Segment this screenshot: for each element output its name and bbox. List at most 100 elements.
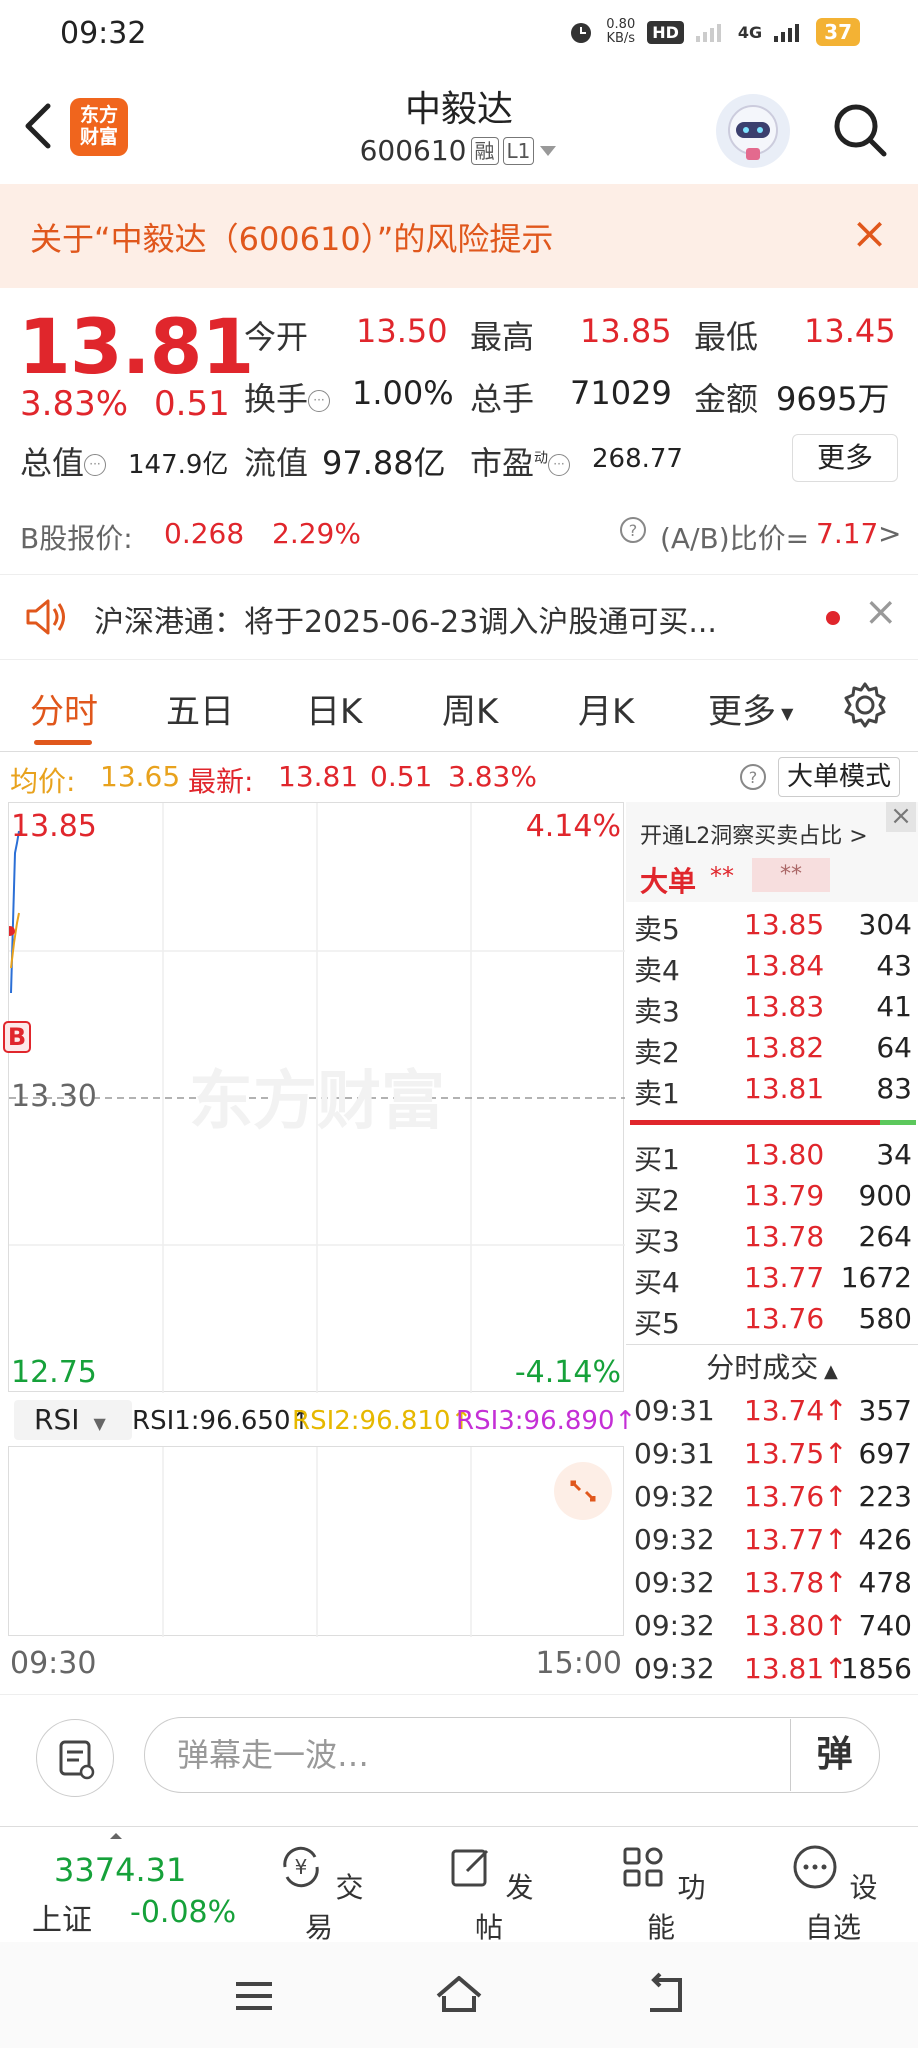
time-end: 15:00 <box>535 1646 622 1681</box>
chart-low-pct: -4.14% <box>514 1355 621 1390</box>
nav-add-watchlist[interactable]: 设自选 <box>778 1841 888 1946</box>
turnover-value: 1.00% <box>352 374 454 412</box>
sell-row[interactable]: 卖2 13.82 64 <box>626 1031 916 1071</box>
more-button[interactable]: 更多 <box>792 434 898 482</box>
danmu-settings-icon[interactable] <box>36 1719 114 1797</box>
menu-icon[interactable] <box>232 1976 276 2016</box>
close-icon[interactable]: × <box>886 802 916 832</box>
change-amount: 0.51 <box>154 384 230 424</box>
expand-icon[interactable] <box>554 1462 612 1520</box>
home-icon[interactable] <box>432 1972 486 2018</box>
pe-label[interactable]: 市盈动 ··· <box>470 438 571 484</box>
buy-row[interactable]: 买5 13.76 580 <box>626 1302 916 1342</box>
trade-row: 09:32 13.76↑ 223 <box>634 1480 912 1513</box>
question-icon[interactable]: ? <box>738 762 768 792</box>
float-mv-value: 97.88亿 <box>322 444 446 482</box>
change-pct: 3.83% <box>20 384 129 424</box>
question-icon[interactable]: ? <box>618 515 648 552</box>
robot-assistant-icon[interactable] <box>716 94 790 168</box>
big-order-mode-button[interactable]: 大单模式 <box>778 757 901 797</box>
b-share-row[interactable]: B股报价: 0.268 2.29% ? (A/B)比价= 7.17 > <box>0 495 918 555</box>
ab-ratio-value: 7.17 <box>816 517 879 550</box>
tab-monthly-k[interactable]: 月K <box>578 684 634 733</box>
tab-weekly-k[interactable]: 周K <box>442 684 498 733</box>
rsi2-value: RSI2:96.810↑ <box>292 1406 473 1436</box>
float-mv-label: 流值 <box>244 444 309 482</box>
status-icons: 0.80 KB/s HD 4G 37 <box>568 18 860 46</box>
info-dots-icon[interactable]: ··· <box>84 454 107 476</box>
l2-panel[interactable]: 开通L2洞察买卖占比 > × 大单 ** ** <box>626 802 918 902</box>
trade-row: 09:32 13.77↑ 426 <box>634 1523 912 1556</box>
nav-post[interactable]: 发帖 <box>434 1841 544 1946</box>
b-share-price: 0.268 <box>164 517 245 550</box>
edit-icon <box>451 1849 488 1887</box>
buy-row[interactable]: 买1 13.80 34 <box>626 1138 916 1178</box>
svg-text:?: ? <box>629 521 638 540</box>
indicator-selector[interactable]: RSI ▼ <box>14 1400 132 1440</box>
signal-weak-icon <box>695 24 721 42</box>
status-time: 09:32 <box>60 16 147 51</box>
status-bar: 09:32 0.80 KB/s HD 4G 37 <box>0 0 918 72</box>
notice-bar[interactable]: 沪深港通：将于2025-06-23调入沪股通可买... × <box>0 574 918 660</box>
info-dots-icon[interactable]: ··· <box>308 390 331 412</box>
b-share-pct: 2.29% <box>272 517 361 550</box>
latest-pct: 3.83% <box>448 760 537 793</box>
buy-marker[interactable]: B <box>3 1021 31 1053</box>
open-value: 13.50 <box>356 312 448 350</box>
system-nav-bar <box>0 1942 918 2048</box>
chart-high-pct: 4.14% <box>525 809 621 844</box>
big-order-buy: ** <box>710 862 734 890</box>
index-pct: -0.08% <box>130 1895 237 1930</box>
close-icon[interactable]: × <box>851 208 888 260</box>
trade-row: 09:32 13.81↑ 1856 <box>634 1652 912 1685</box>
latest-chg: 0.51 <box>370 760 433 793</box>
close-icon[interactable]: × <box>864 589 898 635</box>
back-icon[interactable] <box>640 1972 688 2018</box>
total-mv-value: 147.9亿 <box>128 450 229 480</box>
buy-row[interactable]: 买4 13.77 1672 <box>626 1261 916 1301</box>
dropdown-triangle-icon <box>540 145 557 156</box>
latest-value: 13.81 <box>278 760 359 793</box>
chart-base-price: 13.30 <box>11 1079 97 1114</box>
tick-trades-header[interactable]: 分时成交 ▲ <box>626 1344 918 1392</box>
rsi3-value: RSI3:96.890↑ <box>456 1406 637 1436</box>
risk-warning-banner[interactable]: 关于“中毅达（600610）”的风险提示 × <box>0 184 918 288</box>
trade-row: 09:32 13.80↑ 740 <box>634 1609 912 1642</box>
sell-row[interactable]: 卖4 13.84 43 <box>626 949 916 989</box>
alarm-icon <box>571 23 592 43</box>
trade-row: 09:32 13.78↑ 478 <box>634 1566 912 1599</box>
trade-row: 09:31 13.74↑ 357 <box>634 1394 912 1427</box>
gear-icon[interactable] <box>840 680 890 730</box>
info-dots-icon[interactable]: ··· <box>548 454 571 476</box>
buy-row[interactable]: 买2 13.79 900 <box>626 1179 916 1219</box>
sell-row[interactable]: 卖1 13.81 83 <box>626 1072 916 1112</box>
nav-functions[interactable]: 功能 <box>606 1841 716 1946</box>
svg-text:¥: ¥ <box>294 1855 307 1879</box>
total-mv-label[interactable]: 总值 ··· <box>20 438 107 484</box>
index-value: 3374.31 <box>54 1851 187 1889</box>
nav-trade[interactable]: ¥ 交易 <box>264 1841 374 1946</box>
index-ticker[interactable]: 3374.31 上证 -0.08% <box>0 1827 240 1943</box>
search-icon[interactable] <box>830 100 890 160</box>
tab-daily-k[interactable]: 日K <box>306 684 362 733</box>
pe-value: 268.77 <box>592 444 683 474</box>
notice-text[interactable]: 沪深港通：将于2025-06-23调入沪股通可买... <box>94 597 717 641</box>
intraday-chart[interactable]: 东方财富 13.85 4.14% 13.30 12.75 -4.14% B <box>3 802 625 1393</box>
speaker-icon <box>26 599 65 635</box>
big-order-sell: ** <box>752 858 830 892</box>
tab-intraday[interactable]: 分时 <box>30 684 98 733</box>
risk-warning-text[interactable]: 关于“中毅达（600610）”的风险提示 <box>30 214 553 260</box>
danmu-input[interactable]: 弹幕走一波… <box>144 1717 880 1793</box>
danmu-toggle-button[interactable]: 弹 <box>790 1719 878 1791</box>
sell-row[interactable]: 卖3 13.83 41 <box>626 990 916 1030</box>
tab-more[interactable]: 更多 ▼ <box>708 684 793 733</box>
bottom-nav: 3374.31 上证 -0.08% ¥ 交易 发帖 功能 设自选 <box>0 1826 918 1944</box>
l2-promo-text[interactable]: 开通L2洞察买卖占比 > <box>640 818 868 850</box>
amount-value: 9695万 <box>776 380 890 418</box>
buy-row[interactable]: 买3 13.78 264 <box>626 1220 916 1260</box>
tab-five-day[interactable]: 五日 <box>166 684 234 733</box>
sell-row[interactable]: 卖5 13.85 304 <box>626 908 916 948</box>
active-tab-indicator <box>34 740 92 745</box>
turnover-label[interactable]: 换手 ··· <box>244 374 331 420</box>
chart-high-price: 13.85 <box>11 809 97 844</box>
